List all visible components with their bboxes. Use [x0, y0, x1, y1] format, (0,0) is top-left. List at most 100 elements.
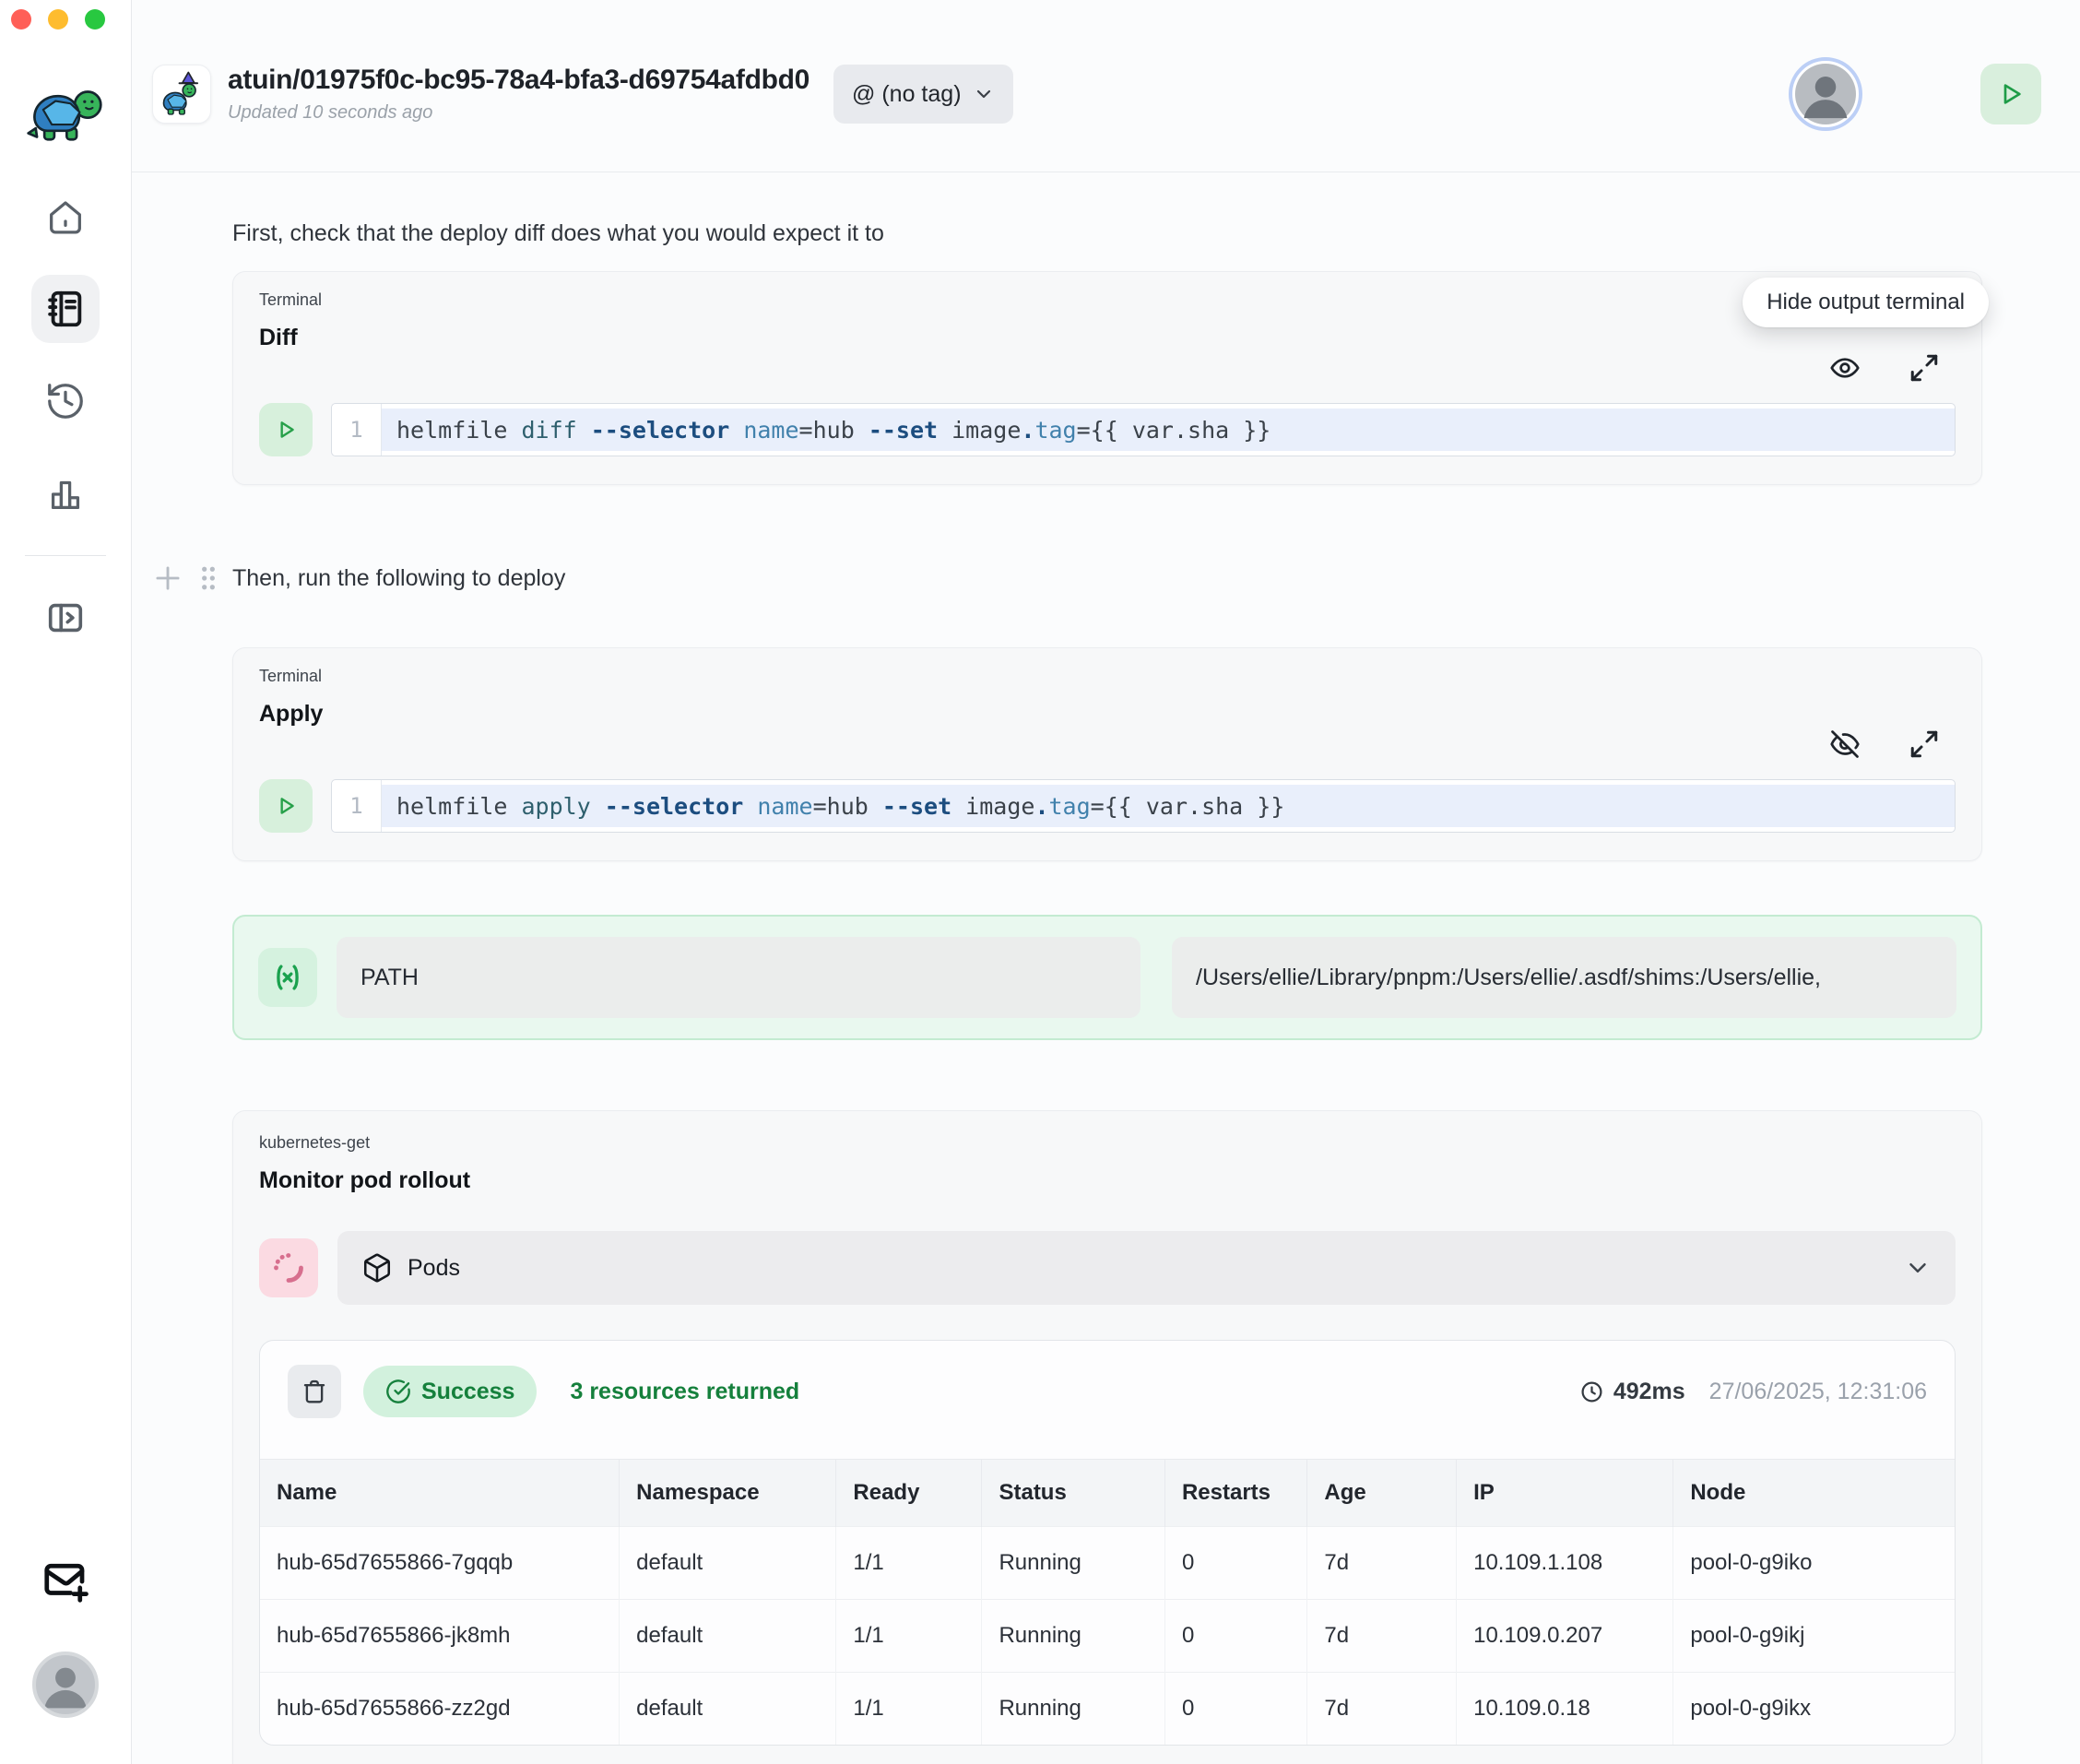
expand-block-button[interactable]: [1908, 728, 1941, 761]
play-icon: [274, 418, 298, 442]
close-window-button[interactable]: [11, 9, 31, 30]
run-block-button[interactable]: [259, 403, 313, 456]
result-header: Success 3 resources returned 492ms: [260, 1341, 1955, 1438]
terminal-block-apply: Terminal Apply: [232, 647, 1982, 861]
notebook-content: First, check that the deploy diff does w…: [132, 172, 2080, 1764]
column-header-namespace: Namespace: [620, 1460, 836, 1527]
result-panel: Success 3 resources returned 492ms: [259, 1340, 1956, 1746]
status-label: Success: [421, 1379, 514, 1405]
code-row: 1 helmfile diff --selector name=hub --se…: [259, 403, 1956, 456]
table-row[interactable]: hub-65d7655866-jk8mhdefault1/1Running07d…: [260, 1600, 1955, 1673]
code-row: 1 helmfile apply --selector name=hub --s…: [259, 779, 1956, 833]
clock-icon: [1579, 1379, 1604, 1404]
kubernetes-get-block: kubernetes-get Monitor pod rollout: [232, 1110, 1982, 1764]
sidebar-item-stats[interactable]: [31, 459, 100, 527]
sidebar-nav: [0, 183, 131, 652]
result-meta: 492ms 27/06/2025, 12:31:06: [1579, 1379, 1927, 1405]
env-name-field[interactable]: PATH: [337, 937, 1140, 1018]
runbook-titles: atuin/01975f0c-bc95-78a4-bfa3-d69754afdb…: [228, 65, 810, 124]
pods-table: NameNamespaceReadyStatusRestartsAgeIPNod…: [260, 1459, 1955, 1745]
delete-result-button[interactable]: [288, 1365, 341, 1418]
status-badge: Success: [363, 1366, 537, 1417]
sidebar-item-terminal-panel[interactable]: [31, 584, 100, 652]
code-editor: 1 helmfile diff --selector name=hub --se…: [331, 403, 1956, 456]
chevron-down-icon: [1904, 1254, 1932, 1282]
text-block-deploy[interactable]: Then, run the following to deploy: [232, 565, 565, 592]
spinner-icon: [259, 1238, 318, 1297]
column-header-name: Name: [260, 1460, 620, 1527]
pods-cube-icon: [361, 1252, 393, 1284]
mail-plus-icon: [41, 1556, 90, 1605]
run-block-button[interactable]: [259, 779, 313, 833]
expand-icon: [1908, 728, 1941, 761]
text-block-intro[interactable]: First, check that the deploy diff does w…: [232, 220, 1982, 247]
expand-icon: [1908, 351, 1941, 385]
eye-off-icon: [1828, 728, 1861, 761]
block-actions: [1828, 728, 1941, 761]
block-type-label: Terminal: [259, 290, 1956, 310]
run-runbook-button[interactable]: [1980, 64, 2041, 124]
user-avatar[interactable]: [32, 1652, 99, 1718]
eye-icon: [1828, 351, 1861, 385]
column-header-ip: IP: [1457, 1460, 1673, 1527]
chevron-down-icon: [973, 83, 995, 105]
code-editor: 1 helmfile apply --selector name=hub --s…: [331, 779, 1956, 833]
block-title[interactable]: Monitor pod rollout: [259, 1167, 1956, 1194]
home-icon: [44, 195, 87, 238]
column-header-restarts: Restarts: [1164, 1460, 1306, 1527]
add-block-button[interactable]: [150, 561, 185, 596]
runbook-header: atuin/01975f0c-bc95-78a4-bfa3-d69754afdb…: [132, 0, 2080, 172]
sidebar-item-history[interactable]: [31, 367, 100, 435]
avatar-photo: [36, 1655, 95, 1714]
zoom-window-button[interactable]: [85, 9, 105, 30]
block-actions: [1828, 351, 1941, 385]
column-header-node: Node: [1673, 1460, 1955, 1527]
block-type-label: Terminal: [259, 667, 1956, 686]
toggle-output-button[interactable]: [1828, 728, 1861, 761]
duration: 492ms: [1579, 1379, 1685, 1405]
stats-icon: [44, 472, 87, 515]
toggle-output-button[interactable]: [1828, 351, 1861, 385]
table-row[interactable]: hub-65d7655866-zz2gddefault1/1Running07d…: [260, 1673, 1955, 1746]
notebook-icon: [44, 288, 87, 330]
sidebar-divider: [25, 555, 106, 556]
line-number: 1: [332, 404, 382, 456]
column-header-age: Age: [1307, 1460, 1457, 1527]
code-line[interactable]: helmfile diff --selector name=hub --set …: [382, 408, 1955, 451]
resource-selector-row: Pods: [259, 1231, 1956, 1305]
minimize-window-button[interactable]: [48, 9, 68, 30]
line-number: 1: [332, 780, 382, 832]
sidebar-item-home[interactable]: [31, 183, 100, 251]
drag-handle-icon[interactable]: [196, 562, 220, 595]
terminal-block-diff: Terminal Diff Hide output terminal: [232, 271, 1982, 485]
check-circle-icon: [385, 1379, 411, 1404]
atuin-turtle-logo: [26, 83, 105, 144]
result-timestamp: 27/06/2025, 12:31:06: [1709, 1379, 1927, 1405]
resource-dropdown[interactable]: Pods: [337, 1231, 1956, 1305]
window-controls: [11, 9, 105, 30]
play-icon: [1996, 79, 2026, 109]
block-title[interactable]: Apply: [259, 701, 1956, 728]
header-avatar[interactable]: [1789, 57, 1862, 131]
table-header-row: NameNamespaceReadyStatusRestartsAgeIPNod…: [260, 1460, 1955, 1527]
duration-value: 492ms: [1613, 1379, 1685, 1405]
expand-block-button[interactable]: [1908, 351, 1941, 385]
variable-icon: [258, 948, 317, 1007]
play-icon: [274, 794, 298, 818]
sidebar: [0, 0, 132, 1764]
sidebar-bottom: [0, 1556, 131, 1718]
env-var-block: PATH /Users/ellie/Library/pnpm:/Users/el…: [232, 915, 1982, 1040]
column-header-status: Status: [982, 1460, 1165, 1527]
block-title[interactable]: Diff: [259, 325, 1956, 351]
runbook-title: atuin/01975f0c-bc95-78a4-bfa3-d69754afdb…: [228, 65, 810, 96]
table-row[interactable]: hub-65d7655866-7gqqbdefault1/1Running07d…: [260, 1527, 1955, 1600]
resource-selected-value: Pods: [408, 1255, 460, 1282]
invite-button[interactable]: [41, 1556, 90, 1605]
wizard-turtle-icon: [158, 70, 206, 118]
tag-selector-button[interactable]: @ (no tag): [833, 65, 1012, 124]
updated-timestamp: Updated 10 seconds ago: [228, 102, 810, 124]
code-line[interactable]: helmfile apply --selector name=hub --set…: [382, 785, 1955, 827]
trash-icon: [301, 1378, 328, 1405]
env-value-field[interactable]: /Users/ellie/Library/pnpm:/Users/ellie/.…: [1172, 937, 1956, 1018]
sidebar-item-runbooks[interactable]: [31, 275, 100, 343]
